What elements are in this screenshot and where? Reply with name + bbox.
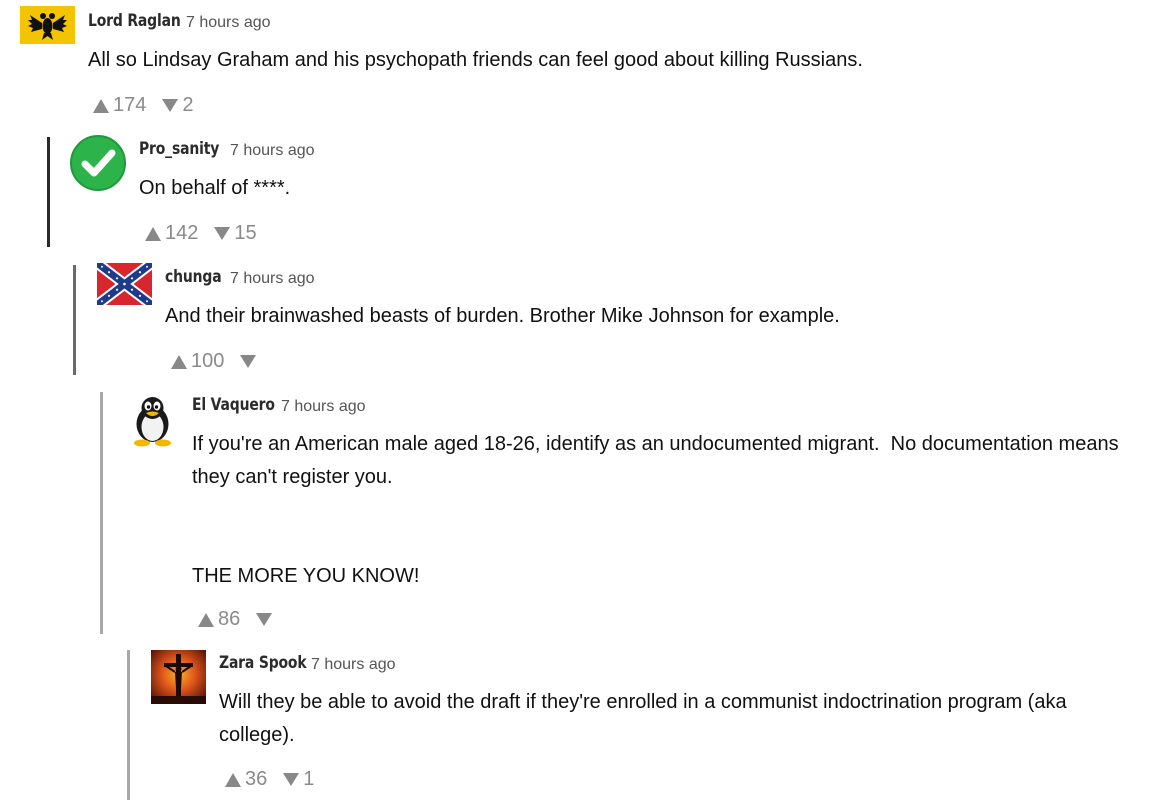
avatar[interactable]	[70, 135, 126, 191]
comment-text: On behalf of ****.	[139, 177, 291, 199]
upvote-count: 36	[245, 768, 268, 790]
downvote-button[interactable]	[240, 355, 260, 368]
downvote-count: 1	[303, 768, 315, 790]
upvote-icon	[145, 226, 161, 241]
comment-text: Will they be able to avoid the draft if …	[219, 691, 1073, 746]
downvote-icon	[214, 227, 231, 240]
username[interactable]: Pro_sanity	[139, 139, 219, 159]
downvote-button[interactable]: 1	[283, 768, 314, 791]
username[interactable]: Lord Raglan	[88, 11, 181, 31]
avatar[interactable]	[151, 650, 206, 704]
confederate-flag-icon	[97, 263, 152, 305]
upvote-icon	[171, 354, 187, 369]
thread-line	[73, 265, 76, 375]
downvote-button[interactable]: 15	[214, 222, 257, 245]
downvote-button[interactable]: 2	[162, 94, 194, 117]
upvote-count: 86	[218, 608, 241, 630]
penguin-icon	[125, 392, 180, 448]
downvote-icon	[162, 99, 179, 112]
upvote-count: 174	[113, 94, 147, 116]
upvote-button[interactable]: 142	[145, 222, 198, 245]
upvote-icon	[198, 612, 214, 627]
upvote-button[interactable]: 100	[171, 350, 224, 373]
vote-bar: 36 1	[225, 768, 314, 791]
downvote-icon	[283, 773, 300, 786]
vote-bar: 174 2	[93, 94, 194, 117]
vote-bar: 142 15	[145, 222, 257, 245]
username[interactable]: El Vaquero	[192, 395, 275, 415]
upvote-button[interactable]: 174	[93, 94, 146, 117]
downvote-icon	[256, 613, 273, 626]
avatar[interactable]	[125, 392, 180, 448]
upvote-count: 100	[191, 350, 225, 372]
upvote-count: 142	[165, 222, 199, 244]
vote-bar: 86	[198, 608, 276, 631]
comment-text: And their brainwashed beasts of burden. …	[165, 305, 840, 327]
avatar[interactable]	[97, 263, 152, 305]
comment-text: If you're an American male aged 18-26, i…	[192, 433, 1119, 587]
upvote-button[interactable]: 86	[198, 608, 240, 631]
timestamp[interactable]: 7 hours ago	[281, 398, 366, 416]
downvote-count: 2	[182, 94, 194, 116]
timestamp[interactable]: 7 hours ago	[186, 14, 271, 32]
upvote-button[interactable]: 36	[225, 768, 267, 791]
downvote-icon	[240, 355, 257, 368]
timestamp[interactable]: 7 hours ago	[230, 270, 315, 288]
upvote-icon	[225, 772, 241, 787]
downvote-button[interactable]	[256, 613, 276, 626]
green-checkmark-icon	[70, 135, 126, 191]
thread-line	[100, 392, 103, 634]
username[interactable]: chunga	[165, 267, 222, 287]
comment-text: All so Lindsay Graham and his psychopath…	[88, 49, 863, 71]
thread-line	[127, 650, 130, 800]
username[interactable]: Zara Spook	[219, 653, 307, 673]
timestamp[interactable]: 7 hours ago	[311, 656, 396, 674]
thread-line	[47, 137, 50, 247]
timestamp[interactable]: 7 hours ago	[230, 142, 315, 160]
vote-bar: 100	[171, 350, 260, 373]
avatar[interactable]	[20, 6, 75, 44]
downvote-count: 15	[234, 222, 257, 244]
black-eagle-on-yellow-icon	[20, 6, 75, 44]
upvote-icon	[93, 98, 109, 113]
crucifix-sunset-icon	[151, 650, 206, 704]
